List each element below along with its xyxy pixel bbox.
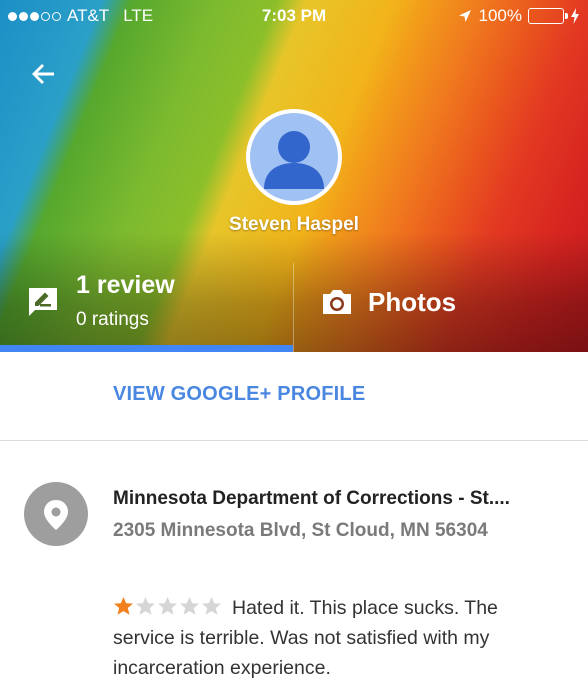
avatar[interactable] [246,109,342,205]
profile-tabs: 1 review 0 ratings Photos [0,263,588,352]
battery-icon [528,8,568,24]
location-arrow-icon [458,10,471,22]
review-body: Hated it. This place sucks. The service … [113,593,563,683]
review-place-name[interactable]: Minnesota Department of Corrections - St… [113,488,573,510]
photos-label: Photos [368,287,457,317]
star-empty-icon [136,597,155,615]
map-pin-icon[interactable] [24,482,88,546]
status-bar: AT&T LTE 7:03 PM 100% [0,0,588,34]
tab-photos[interactable]: Photos [294,263,588,352]
star-filled-icon [114,597,133,615]
charging-bolt-icon [571,8,579,24]
person-icon [250,113,338,201]
active-tab-indicator [0,345,293,352]
status-right: 100% [457,6,580,26]
star-empty-icon [202,597,221,615]
star-rating [113,596,222,616]
back-arrow-icon[interactable] [28,58,60,90]
reviews-count: 1 review [76,271,175,299]
star-empty-icon [180,597,199,615]
review-place-address: 2305 Minnesota Blvd, St Cloud, MN 56304 [113,520,488,541]
star-empty-icon [158,597,177,615]
rate-review-icon [29,288,57,316]
ratings-count: 0 ratings [76,309,149,330]
camera-icon [323,290,351,314]
divider [0,440,588,441]
profile-header: AT&T LTE 7:03 PM 100% Steven Haspel 1 re… [0,0,588,352]
view-google-plus-profile-link[interactable]: VIEW GOOGLE+ PROFILE [113,383,365,406]
battery-percent: 100% [478,6,522,25]
profile-name: Steven Haspel [229,214,359,235]
tab-reviews[interactable]: 1 review 0 ratings [0,263,293,352]
